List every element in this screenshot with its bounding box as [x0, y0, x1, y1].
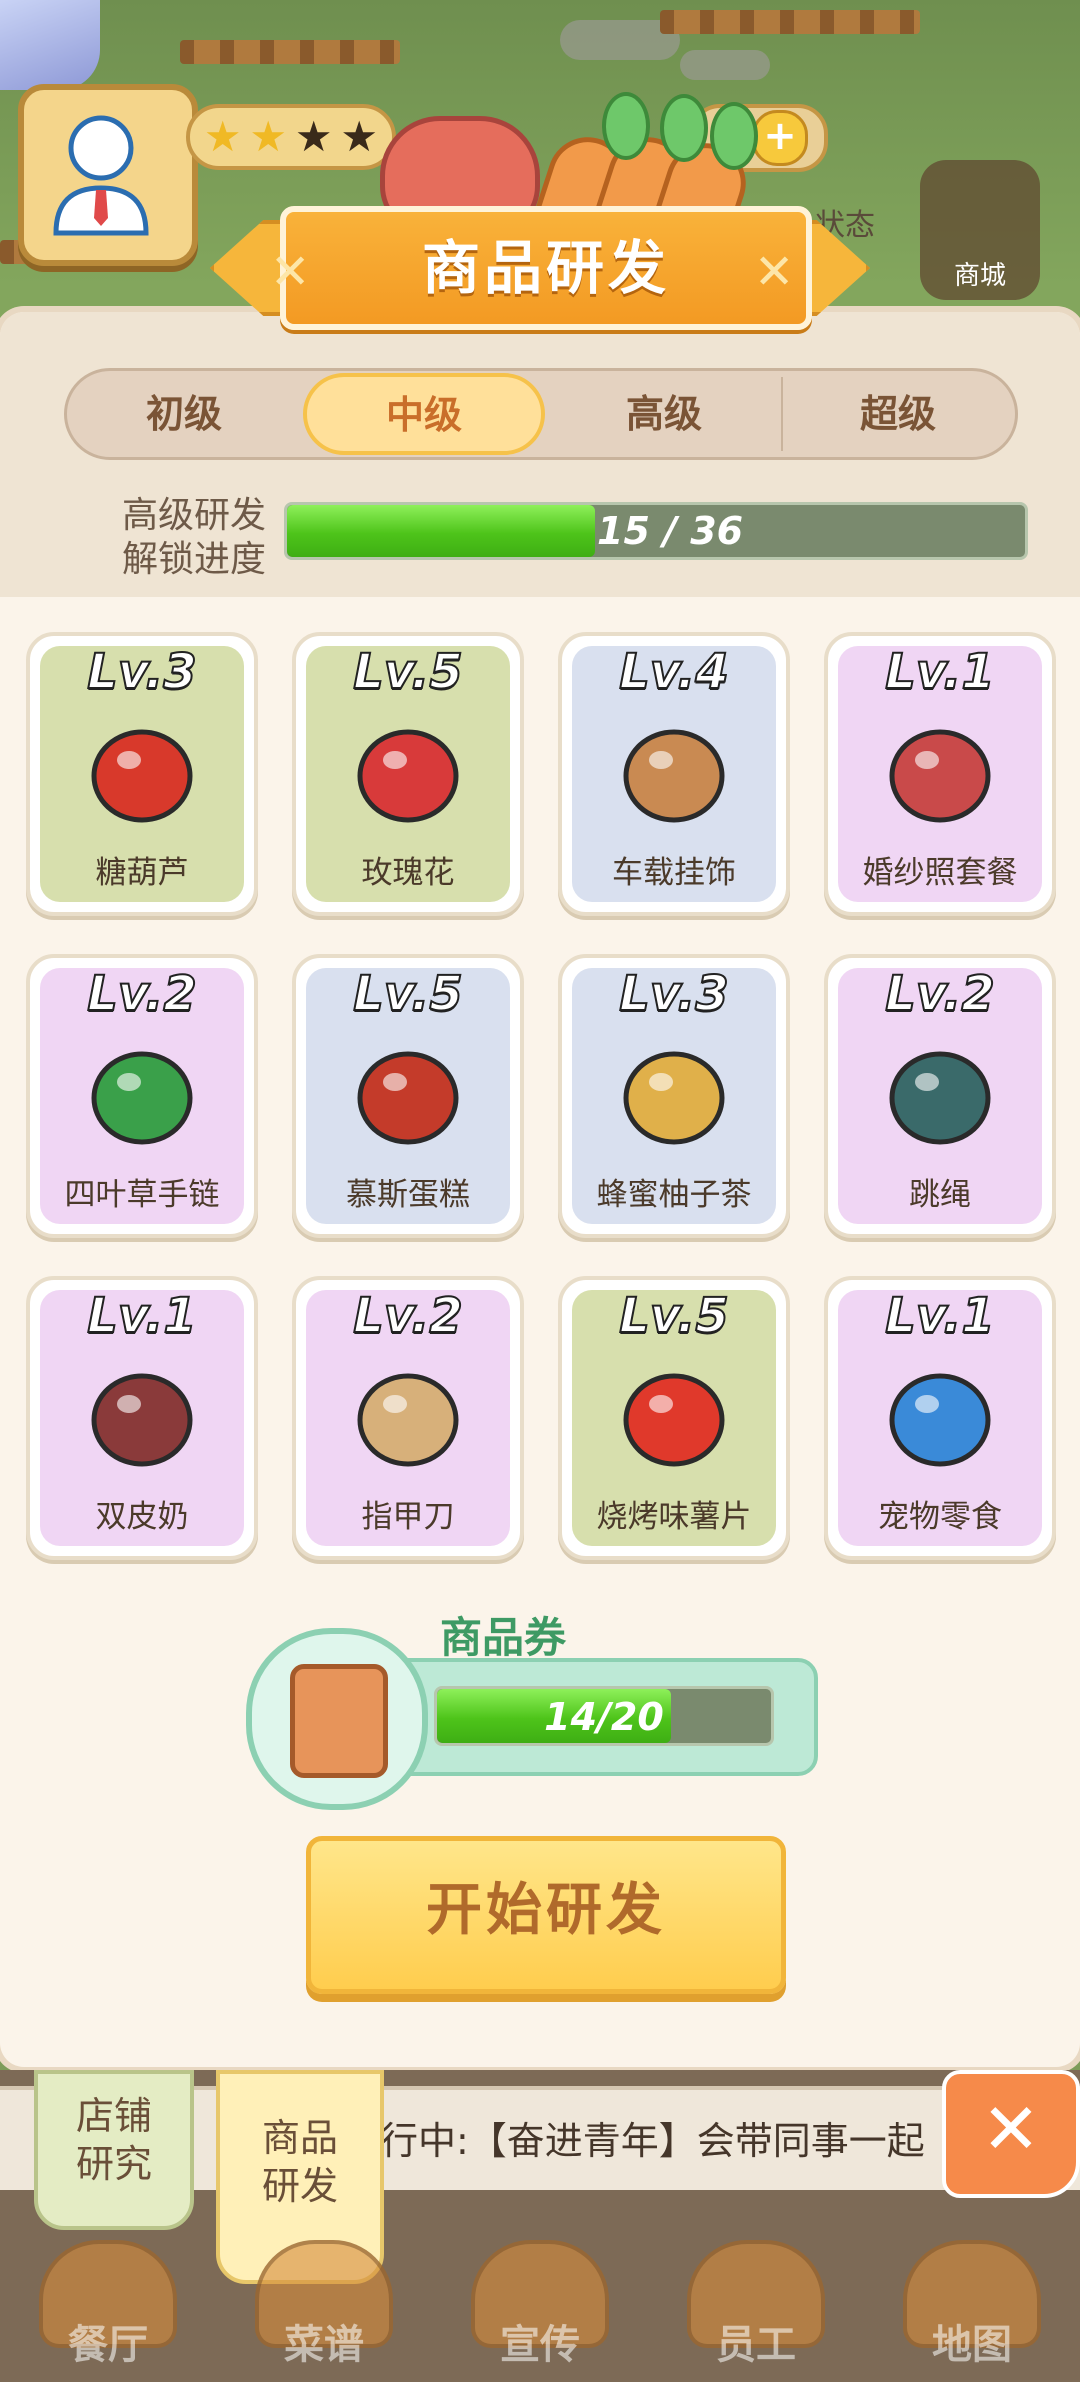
honey-tea-icon	[623, 1051, 725, 1145]
wedding-album-icon	[889, 729, 991, 823]
voucher-title: 商品券	[440, 1613, 567, 1662]
tab-store-research-line1: 店铺	[75, 2094, 152, 2138]
product-name: 双皮奶	[95, 1499, 189, 1535]
product-name: 车载挂饰	[612, 855, 736, 891]
product-level: Lv.3	[86, 643, 198, 701]
product-level: Lv.5	[352, 965, 464, 1023]
shop-button[interactable]: 商城	[920, 160, 1040, 300]
product-level: Lv.3	[618, 965, 730, 1023]
product-level: Lv.1	[884, 643, 996, 701]
product-level: Lv.5	[352, 643, 464, 701]
utensil-icon: ✕	[270, 244, 311, 300]
product-card[interactable]: Lv.4 车载挂饰	[558, 632, 790, 916]
product-name: 蜂蜜柚子茶	[596, 1177, 752, 1213]
product-card[interactable]: Lv.3 蜂蜜柚子茶	[558, 954, 790, 1238]
tab-basic[interactable]: 初级	[67, 371, 301, 457]
nav-map[interactable]: 地图	[864, 2240, 1080, 2382]
close-button[interactable]: ✕	[942, 2070, 1080, 2198]
product-name: 玫瑰花	[361, 855, 455, 891]
bottom-nav: 餐厅 菜谱 宣传 员工 地图	[0, 2240, 1080, 2382]
product-card[interactable]: Lv.3 糖葫芦	[26, 632, 258, 916]
recipe-book-icon	[290, 1664, 388, 1778]
nav-label: 宣传	[500, 2322, 580, 2368]
product-card[interactable]: Lv.5 烧烤味薯片	[558, 1276, 790, 1560]
product-name: 跳绳	[909, 1177, 971, 1213]
tier-tabs: 初级 中级 高级 超级	[64, 368, 1018, 460]
voucher-progress-text: 14/20	[544, 1695, 664, 1739]
utensil-icon: ✕	[754, 244, 795, 300]
leaf-icon	[602, 92, 650, 160]
nav-label: 地图	[932, 2322, 1012, 2368]
product-level: Lv.5	[618, 1287, 730, 1345]
jump-rope-icon	[889, 1051, 991, 1145]
product-card[interactable]: Lv.5 慕斯蛋糕	[292, 954, 524, 1238]
player-avatar-thumbnail[interactable]	[0, 0, 100, 90]
unlock-progress-bar: 15 / 36	[284, 502, 1028, 560]
voucher-icon	[246, 1628, 428, 1810]
start-research-button[interactable]: 开始研发	[306, 1836, 786, 1994]
unlock-progress-text: 15 / 36	[597, 509, 744, 553]
shop-label: 商城	[953, 261, 1006, 291]
product-name: 慕斯蛋糕	[346, 1177, 470, 1213]
unlock-progress-label: 高级研发 解锁进度	[96, 494, 266, 582]
panel-title: 商品研发	[421, 234, 670, 302]
ticker-text: 行中:【奋进青年】会带同事一起	[380, 2119, 925, 2163]
manager-portrait-button[interactable]	[18, 84, 198, 266]
pet-treat-icon	[889, 1373, 991, 1467]
nav-promotion[interactable]: 宣传	[432, 2240, 648, 2382]
product-level: Lv.1	[86, 1287, 198, 1345]
milk-pudding-icon	[91, 1373, 193, 1467]
product-card[interactable]: Lv.5 玫瑰花	[292, 632, 524, 916]
product-name: 糖葫芦	[95, 855, 189, 891]
product-name: 婚纱照套餐	[862, 855, 1018, 891]
mousse-cake-icon	[357, 1051, 459, 1145]
product-card[interactable]: Lv.2 跳绳	[824, 954, 1056, 1238]
product-level: Lv.2	[884, 965, 996, 1023]
nav-label: 餐厅	[68, 2322, 148, 2368]
product-level: Lv.2	[86, 965, 198, 1023]
product-card[interactable]: Lv.1 双皮奶	[26, 1276, 258, 1560]
tab-product-research-line1: 商品	[261, 2116, 338, 2160]
product-name: 宠物零食	[878, 1499, 1002, 1535]
manager-icon	[53, 115, 149, 236]
car-charm-icon	[623, 729, 725, 823]
nav-label: 员工	[716, 2322, 796, 2368]
unlock-label-line1: 高级研发	[121, 495, 266, 536]
banner-plate: 商品研发	[280, 206, 812, 330]
product-level: Lv.4	[618, 643, 730, 701]
leaf-icon	[660, 94, 708, 162]
tab-super[interactable]: 超级	[781, 371, 1015, 457]
product-card[interactable]: Lv.1 宠物零食	[824, 1276, 1056, 1560]
voucher-progress-bar: 14/20	[434, 1686, 774, 1746]
product-name: 指甲刀	[361, 1499, 455, 1535]
tab-product-research-line2: 研发	[261, 2164, 338, 2208]
tab-store-research-line2: 研究	[75, 2142, 152, 2186]
product-card[interactable]: Lv.2 四叶草手链	[26, 954, 258, 1238]
nav-staff[interactable]: 员工	[648, 2240, 864, 2382]
product-card[interactable]: Lv.2 指甲刀	[292, 1276, 524, 1560]
nav-recipes[interactable]: 菜谱	[216, 2240, 432, 2382]
tab-intermediate[interactable]: 中级	[303, 373, 545, 455]
product-level: Lv.2	[352, 1287, 464, 1345]
tab-advanced[interactable]: 高级	[547, 371, 781, 457]
tab-store-research[interactable]: 店铺 研究	[34, 2070, 194, 2230]
product-card[interactable]: Lv.1 婚纱照套餐	[824, 632, 1056, 916]
title-banner: 商品研发 ✕ ✕	[210, 92, 870, 330]
candied-haws-icon	[91, 729, 193, 823]
product-name: 烧烤味薯片	[596, 1499, 752, 1535]
unlock-label-line2: 解锁进度	[121, 539, 266, 580]
nav-label: 菜谱	[284, 2322, 364, 2368]
nav-restaurant[interactable]: 餐厅	[0, 2240, 216, 2382]
product-level: Lv.1	[884, 1287, 996, 1345]
nail-clipper-icon	[357, 1373, 459, 1467]
leaf-icon	[710, 102, 758, 170]
product-name: 四叶草手链	[64, 1177, 220, 1213]
chips-bag-icon	[623, 1373, 725, 1467]
rose-bouquet-icon	[357, 729, 459, 823]
clover-bracelet-icon	[91, 1051, 193, 1145]
